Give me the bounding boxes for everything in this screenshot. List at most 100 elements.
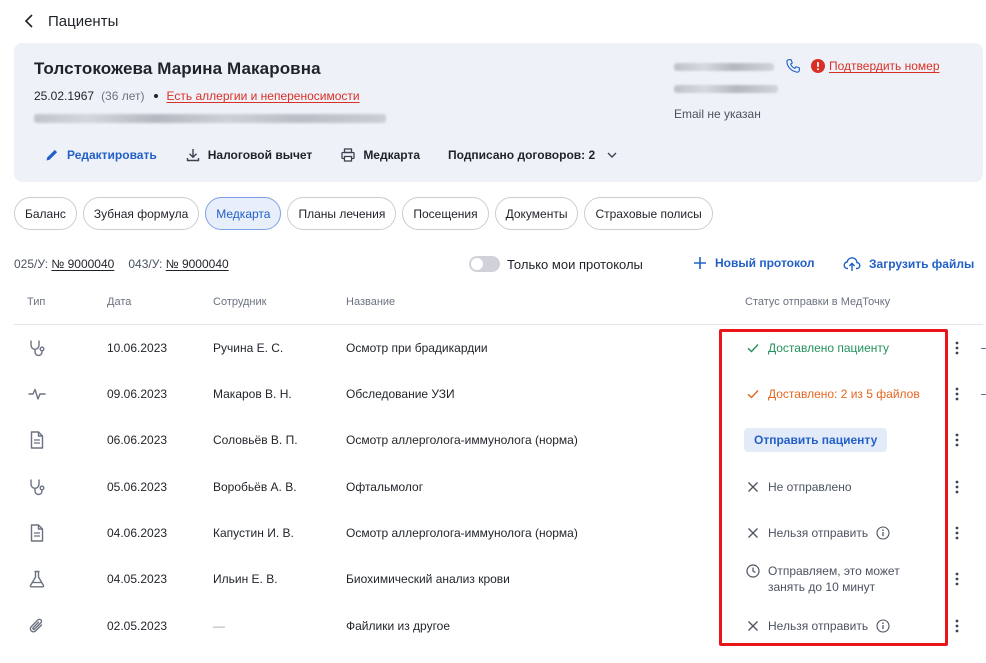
document-icon xyxy=(30,431,44,449)
close-icon xyxy=(748,528,758,538)
more-icon[interactable] xyxy=(951,479,963,495)
alert-icon xyxy=(811,59,825,73)
document-icon xyxy=(30,524,44,542)
tax-deduction-button[interactable]: Налоговой вычет xyxy=(185,147,312,163)
address-redacted xyxy=(34,114,386,123)
row-date: 06.06.2023 xyxy=(107,433,168,447)
age: (36 лет) xyxy=(101,89,145,103)
info-icon[interactable] xyxy=(876,526,890,540)
top-bar: Пациенты xyxy=(24,10,118,32)
more-icon[interactable] xyxy=(951,340,963,356)
tab-insurance[interactable]: Страховые полисы xyxy=(584,197,713,230)
row-title: Осмотр аллерголога-иммунолога (норма) xyxy=(346,526,578,540)
column-send-status: Статус отправки в МедТочку xyxy=(745,296,891,308)
send-status-label: Доставлено пациенту xyxy=(768,341,890,355)
send-status: Нельзя отправить xyxy=(746,526,890,540)
row-date: 05.06.2023 xyxy=(107,480,168,494)
column-date: Дата xyxy=(107,296,132,308)
more-icon[interactable] xyxy=(951,618,963,634)
tab-documents[interactable]: Документы xyxy=(494,197,579,230)
row-employee: Ручина Е. С. xyxy=(213,341,284,355)
patient-tabs: Баланс Зубная формула Медкарта Планы леч… xyxy=(14,197,713,230)
row-title: Осмотр при брадикардии xyxy=(346,341,488,355)
tab-treatment-plans[interactable]: Планы лечения xyxy=(287,197,397,230)
only-mine-label: Только мои протоколы xyxy=(507,257,643,272)
medcard-print-button[interactable]: Медкарта xyxy=(340,147,420,163)
more-icon[interactable] xyxy=(951,386,963,402)
chevron-down-icon xyxy=(607,152,617,158)
row-title: Файлики из другое xyxy=(346,619,451,633)
row-title: Офтальмолог xyxy=(346,480,424,494)
medcard-label: Медкарта xyxy=(363,148,421,162)
tab-balance[interactable]: Баланс xyxy=(14,197,77,230)
separator-dot xyxy=(153,94,158,98)
allergy-link[interactable]: Есть аллергии и непереносимости xyxy=(167,89,360,103)
send-status-label: Нельзя отправить xyxy=(768,526,869,540)
patient-info-line: 25.02.1967 (36 лет) Есть аллергии и непе… xyxy=(34,89,360,103)
contracts-label: Подписано договоров: 2 xyxy=(448,148,596,162)
download-icon xyxy=(186,149,199,162)
row-title: Осмотр аллерголога-иммунолога (норма) xyxy=(346,433,578,447)
send-status-label: Не отправлено xyxy=(768,480,852,494)
row-employee: Соловьёв В. П. xyxy=(213,433,298,447)
send-status-line-2: занять до 10 минут xyxy=(768,580,876,594)
row-edge-mark xyxy=(981,394,986,395)
patient-card: Толстокожева Марина Макаровна 25.02.1967… xyxy=(14,43,983,182)
upload-files-button[interactable]: Загрузить файлы xyxy=(843,256,974,272)
row-title: Обследование УЗИ xyxy=(346,387,455,401)
edit-button[interactable]: Редактировать xyxy=(44,147,157,163)
close-icon xyxy=(748,621,758,631)
contracts-dropdown[interactable]: Подписано договоров: 2 xyxy=(448,148,618,162)
paperclip-icon xyxy=(29,618,43,633)
table-row[interactable]: 06.06.2023 Соловьёв В. П. Осмотр аллерго… xyxy=(0,417,986,463)
row-date: 02.05.2023 xyxy=(107,619,168,633)
column-title: Название xyxy=(346,296,396,308)
confirm-phone-link[interactable]: Подтвердить номер xyxy=(829,59,940,73)
new-protocol-label: Новый протокол xyxy=(715,256,815,270)
table-row[interactable]: 04.05.2023 Ильин Е. В. Биохимический ана… xyxy=(0,556,986,602)
only-mine-toggle[interactable] xyxy=(469,256,500,272)
phone-icon[interactable] xyxy=(784,57,802,75)
stethoscope-icon xyxy=(30,340,45,357)
more-icon[interactable] xyxy=(951,571,963,587)
send-status: Отправляем, это может занять до 10 минут xyxy=(746,563,900,595)
tab-medcard[interactable]: Медкарта xyxy=(205,197,282,230)
plus-icon xyxy=(694,257,706,269)
row-edge-mark xyxy=(981,348,986,349)
birthdate: 25.02.1967 xyxy=(34,89,95,103)
row-employee: Воробьёв А. В. xyxy=(213,480,297,494)
column-employee: Сотрудник xyxy=(213,296,267,308)
row-employee: Ильин Е. В. xyxy=(213,572,278,586)
row-date: 04.05.2023 xyxy=(107,572,168,586)
row-date: 10.06.2023 xyxy=(107,341,168,355)
send-to-patient-button[interactable]: Отправить пациенту xyxy=(744,428,888,452)
more-icon[interactable] xyxy=(951,432,963,448)
phone-redacted xyxy=(674,63,774,71)
table-row[interactable]: 09.06.2023 Макаров В. Н. Обследование УЗ… xyxy=(0,371,986,417)
stethoscope-icon xyxy=(30,479,45,496)
close-icon xyxy=(748,482,758,492)
form-043-link[interactable]: № 9000040 xyxy=(166,257,229,271)
form-025-link[interactable]: № 9000040 xyxy=(51,257,114,271)
column-type: Тип xyxy=(27,296,46,308)
new-protocol-button[interactable]: Новый протокол xyxy=(693,256,815,270)
flask-icon xyxy=(29,570,45,588)
check-icon xyxy=(747,390,759,399)
chevron-left-icon[interactable] xyxy=(24,14,34,28)
tab-dental-formula[interactable]: Зубная формула xyxy=(82,197,200,230)
row-date: 04.06.2023 xyxy=(107,526,168,540)
table-row[interactable]: 02.05.2023 — Файлики из другое Нельзя от… xyxy=(0,603,986,649)
edit-label: Редактировать xyxy=(67,148,157,162)
medical-forms-line: 025/У: № 9000040 043/У: № 9000040 xyxy=(14,257,229,271)
table-row[interactable]: 04.06.2023 Капустин И. В. Осмотр аллерго… xyxy=(0,510,986,556)
cloud-upload-icon xyxy=(843,257,861,271)
table-row[interactable]: 05.06.2023 Воробьёв А. В. Офтальмолог Не… xyxy=(0,464,986,510)
more-icon[interactable] xyxy=(951,525,963,541)
tab-visits[interactable]: Посещения xyxy=(402,197,489,230)
email-status: Email не указан xyxy=(674,107,761,121)
info-icon[interactable] xyxy=(876,619,890,633)
pulse-icon xyxy=(28,388,46,400)
send-status: Не отправлено xyxy=(746,480,852,494)
table-row[interactable]: 10.06.2023 Ручина Е. С. Осмотр при бради… xyxy=(0,325,986,371)
row-title: Биохимический анализ крови xyxy=(346,572,510,586)
